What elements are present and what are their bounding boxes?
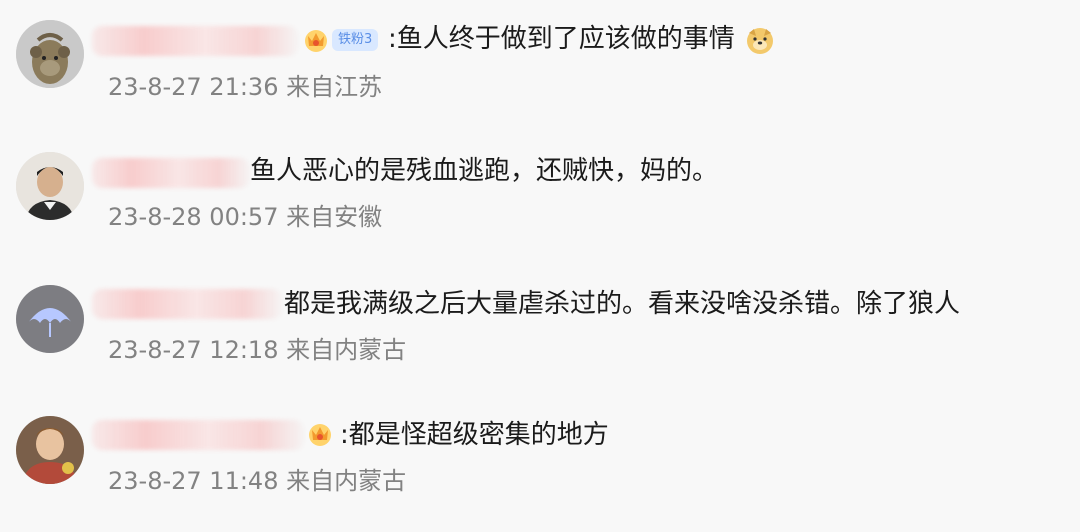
comment-text: :都是怪超级密集的地方 xyxy=(340,420,609,450)
crown-badge-icon xyxy=(305,30,327,52)
comment-text: 都是我满级之后大量虐杀过的。看来没啥没杀错。除了狼人 xyxy=(284,289,961,319)
comment-item: 铁粉3 :鱼人终于做到了应该做的事情 23-8-27 21:36 来自江苏 xyxy=(0,0,1080,120)
avatar[interactable] xyxy=(16,285,84,353)
comment-date: 23-8-27 11:48 xyxy=(108,467,279,495)
crown-badge-icon xyxy=(309,424,331,446)
comment-location: 来自内蒙古 xyxy=(286,336,407,364)
comment-text: 鱼人恶心的是残血逃跑，还贼快，妈的。 xyxy=(250,156,719,186)
child-avatar-icon xyxy=(16,416,84,484)
username-blurred[interactable] xyxy=(92,289,282,319)
umbrella-avatar-icon xyxy=(16,285,84,353)
avatar[interactable] xyxy=(16,416,84,484)
user-badges xyxy=(306,420,334,448)
comment-text: :鱼人终于做到了应该做的事情 xyxy=(388,24,735,54)
comment-date: 23-8-27 21:36 xyxy=(108,73,279,101)
comment-location: 来自江苏 xyxy=(286,73,383,101)
person-avatar-icon xyxy=(16,152,84,220)
comment-location: 来自安徽 xyxy=(286,203,383,231)
comment-meta: 23-8-27 11:48 来自内蒙古 xyxy=(108,466,406,496)
avatar[interactable] xyxy=(16,20,84,88)
avatar[interactable] xyxy=(16,152,84,220)
ape-avatar-icon xyxy=(16,20,84,88)
fan-level-badge: 铁粉3 xyxy=(332,29,379,51)
comment-meta: 23-8-27 12:18 来自内蒙古 xyxy=(108,335,406,365)
comment-location: 来自内蒙古 xyxy=(286,467,407,495)
username-blurred[interactable] xyxy=(92,26,298,56)
comment-item: 都是我满级之后大量虐杀过的。看来没啥没杀错。除了狼人 23-8-27 12:18… xyxy=(0,265,1080,385)
comment-text-wrapper: :鱼人终于做到了应该做的事情 xyxy=(388,22,775,56)
comment-item: :都是怪超级密集的地方 23-8-27 11:48 来自内蒙古 xyxy=(0,398,1080,518)
comment-meta: 23-8-28 00:57 来自安徽 xyxy=(108,202,382,232)
comment-meta: 23-8-27 21:36 来自江苏 xyxy=(108,72,382,102)
comment-item: 鱼人恶心的是残血逃跑，还贼快，妈的。 23-8-28 00:57 来自安徽 xyxy=(0,130,1080,250)
doge-emoji-icon xyxy=(747,27,774,54)
username-blurred[interactable] xyxy=(92,158,250,188)
comment-list: 铁粉3 :鱼人终于做到了应该做的事情 23-8-27 21:36 来自江苏 鱼人… xyxy=(0,0,1080,532)
comment-date: 23-8-28 00:57 xyxy=(108,203,279,231)
user-badges: 铁粉3 xyxy=(302,26,379,54)
comment-date: 23-8-27 12:18 xyxy=(108,336,279,364)
username-blurred[interactable] xyxy=(92,420,304,450)
